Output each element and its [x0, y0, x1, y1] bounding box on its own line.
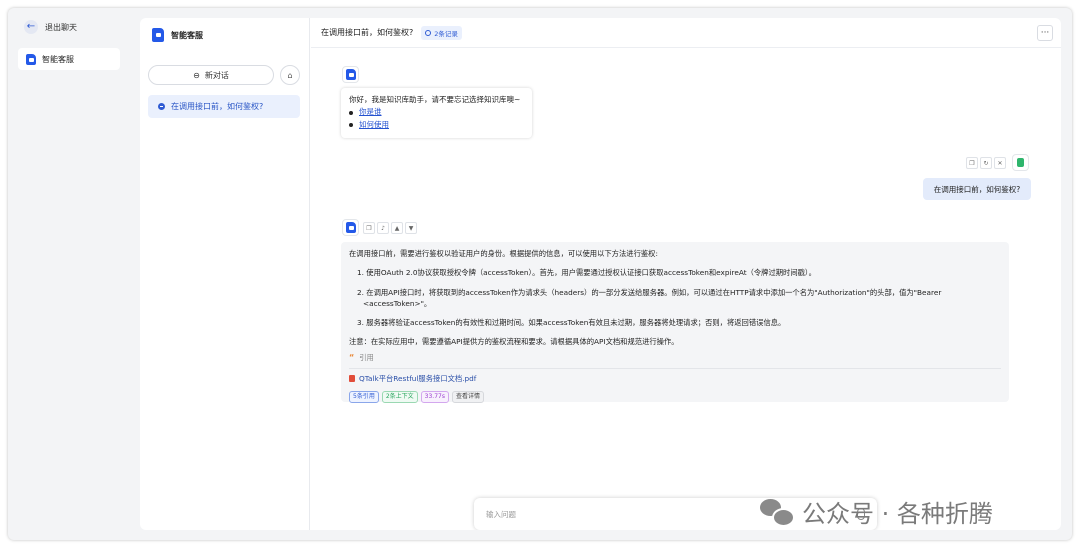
left-nav: ← 退出聊天 智能客服: [8, 8, 130, 540]
answer-step: 3. 服务器将验证accessToken的有效性和过期时间。如果accessTo…: [357, 318, 786, 328]
copy-icon[interactable]: ❐: [363, 222, 375, 234]
sidebar-title: 智能客服: [152, 28, 203, 42]
user-icon: [1017, 158, 1024, 167]
thumbs-down-icon[interactable]: ▼: [405, 222, 417, 234]
bot-logo-icon: [345, 222, 356, 233]
record-count-label: 2条记录: [434, 29, 458, 38]
quote-icon: “: [349, 352, 355, 362]
bot-avatar: [342, 66, 359, 83]
divider: [349, 368, 1001, 370]
chat-title: 在调用接口前，如何鉴权?: [321, 28, 414, 37]
pdf-file-icon: [349, 375, 355, 383]
app-window: ← 退出聊天 智能客服 智能客服 ⊖ 新对话 ⌂ 在调用接口前，如何鉴权? 在调…: [8, 8, 1072, 540]
citation-file-name: QTalk平台Restful服务接口文档.pdf: [359, 374, 477, 384]
bot-avatar: [342, 219, 359, 236]
conversation-label: 在调用接口前，如何鉴权?: [171, 102, 264, 111]
wechat-icon: [760, 498, 795, 527]
answer-intro: 在调用接口前，需要进行鉴权以验证用户的身份。根据提供的信息，可以使用以下方法进行…: [349, 249, 658, 258]
context-count-tag[interactable]: 2条上下文: [381, 391, 418, 404]
citation-label: 引用: [359, 353, 374, 363]
answer-step: 1. 使用OAuth 2.0协议获取授权令牌（accessToken）。首先，用…: [357, 268, 816, 278]
new-chat-button[interactable]: ⊖ 新对话: [148, 65, 274, 85]
answer-meta-tags: 5条引用 2条上下文 33.77s 查看详情: [349, 391, 1001, 404]
answer-bubble: 在调用接口前，需要进行鉴权以验证用户的身份。根据提供的信息，可以使用以下方法进行…: [341, 242, 1009, 404]
retry-icon[interactable]: ↻: [980, 157, 992, 169]
chat-header: 在调用接口前，如何鉴权? 2条记录 ···: [311, 18, 1061, 48]
quick-question-item: 如何使用: [349, 119, 524, 131]
more-options-button[interactable]: ···: [1037, 25, 1053, 41]
watermark-text: 公众号 · 各种折腾: [802, 500, 993, 528]
speaker-icon[interactable]: ♪: [377, 222, 389, 234]
copy-icon[interactable]: ❐: [966, 157, 978, 169]
broom-icon: ⌂: [287, 70, 293, 80]
delete-icon[interactable]: ✕: [994, 157, 1006, 169]
user-message-actions: ❐ ↻ ✕: [966, 157, 1006, 169]
back-arrow-icon: ←: [24, 20, 38, 34]
app-logo-icon: [152, 28, 164, 42]
conversation-sidebar: 智能客服 ⊖ 新对话 ⌂ 在调用接口前，如何鉴权?: [140, 18, 310, 530]
clock-icon: [425, 29, 432, 36]
answer-actions: ❐ ♪ ▲ ▼: [363, 222, 417, 234]
answer-step: 2. 在调用API接口时，将获取到的accessToken作为请求头（heade…: [357, 287, 942, 308]
chat-bubble-icon: ⊖: [193, 70, 200, 80]
nav-item-smart-service[interactable]: 智能客服: [18, 48, 120, 70]
app-logo-icon: [26, 53, 36, 65]
quick-question-link[interactable]: 你是谁: [359, 106, 382, 118]
thumbs-up-icon[interactable]: ▲: [391, 222, 403, 234]
quote-count-tag[interactable]: 5条引用: [349, 391, 379, 404]
user-message-bubble: 在调用接口前，如何鉴权?: [923, 178, 1031, 200]
user-message-text: 在调用接口前，如何鉴权?: [933, 184, 1021, 194]
welcome-text: 你好，我是知识库助手，请不要忘记选择知识库噢~: [349, 95, 521, 104]
more-icon: ···: [1040, 28, 1050, 38]
response-time-tag: 33.77s: [420, 391, 449, 404]
citation-header: “ 引用: [349, 352, 1001, 364]
chat-dot-icon: [158, 103, 165, 110]
main-card: 智能客服 ⊖ 新对话 ⌂ 在调用接口前，如何鉴权? 在调用接口前，如何鉴权? 2…: [140, 18, 1061, 530]
clear-history-button[interactable]: ⌂: [280, 65, 300, 85]
watermark: 公众号 · 各种折腾: [760, 494, 993, 529]
citation-file[interactable]: QTalk平台Restful服务接口文档.pdf: [349, 373, 1001, 384]
bot-logo-icon: [345, 69, 356, 80]
sidebar-title-text: 智能客服: [171, 30, 203, 40]
view-details-button[interactable]: 查看详情: [451, 391, 484, 404]
answer-note: 注意：在实际应用中，需要遵循API提供方的鉴权流程和要求。请根据具体的API文档…: [349, 337, 679, 347]
nav-item-label: 智能客服: [42, 54, 74, 64]
new-chat-label: 新对话: [204, 70, 229, 80]
record-count-badge[interactable]: 2条记录: [421, 25, 462, 40]
exit-chat-label: 退出聊天: [45, 22, 77, 32]
quick-question-item: 你是谁: [349, 106, 524, 118]
user-avatar: [1012, 154, 1029, 171]
quick-question-link[interactable]: 如何使用: [359, 119, 389, 131]
chat-panel: 在调用接口前，如何鉴权? 2条记录 ··· 你好，我是知识库助手，请不要忘记选择…: [311, 18, 1061, 530]
quick-question-list: 你是谁 如何使用: [349, 106, 524, 131]
welcome-bubble: 你好，我是知识库助手，请不要忘记选择知识库噢~ 你是谁 如何使用: [341, 88, 532, 138]
conversation-item[interactable]: 在调用接口前，如何鉴权?: [148, 95, 300, 118]
exit-chat-button[interactable]: ← 退出聊天: [24, 20, 77, 34]
